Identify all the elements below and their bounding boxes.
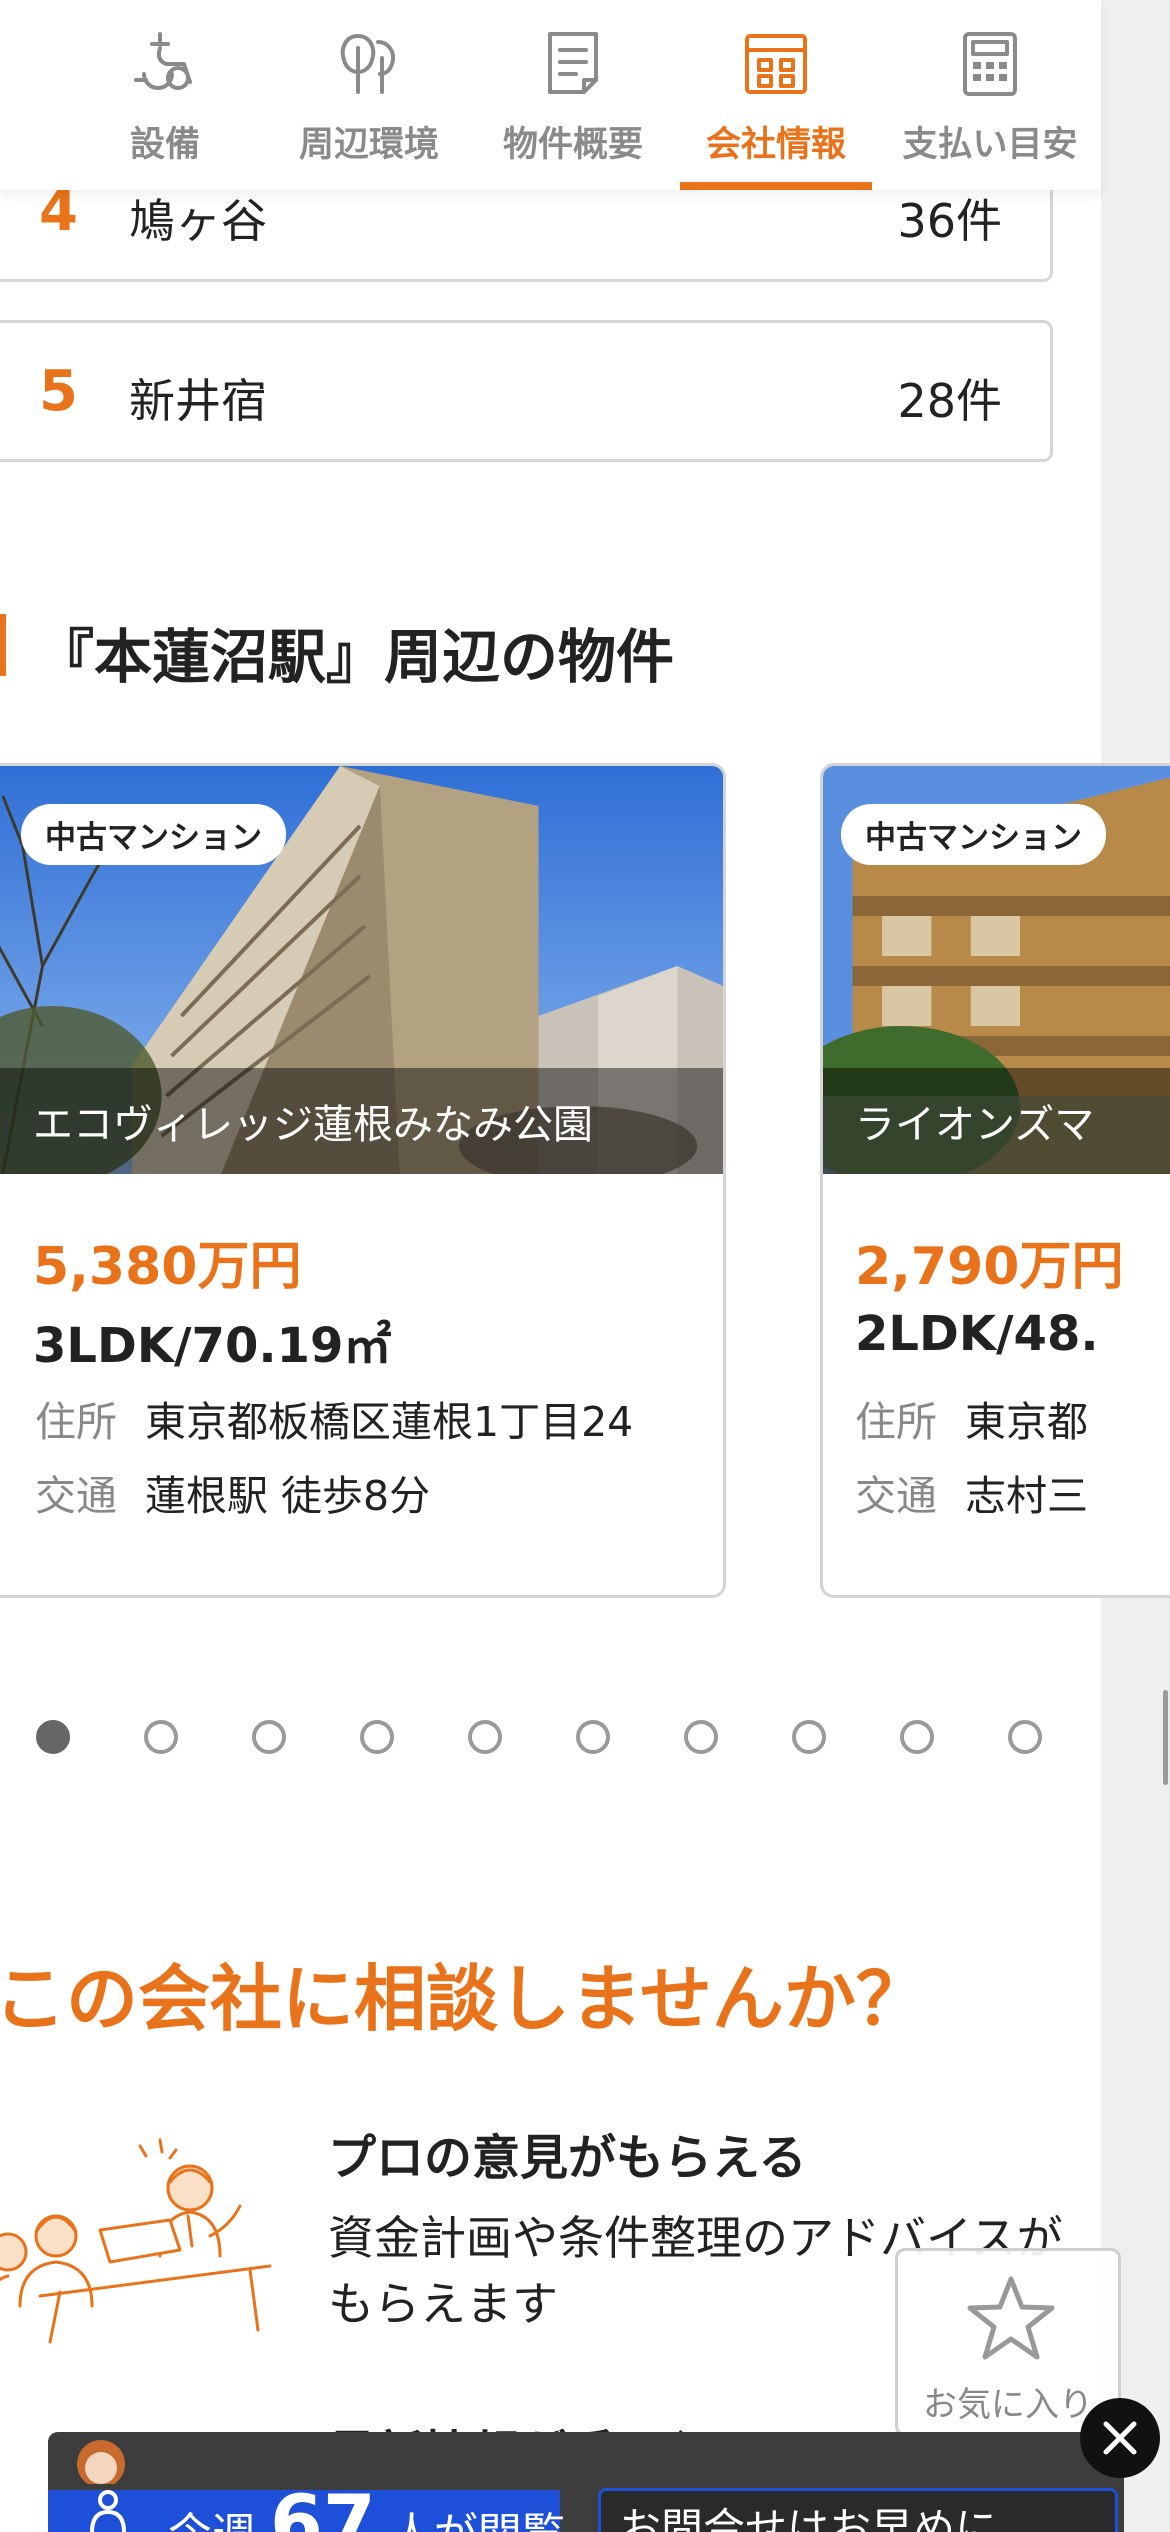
carousel-dot[interactable] bbox=[36, 1720, 70, 1754]
person-icon bbox=[90, 2490, 126, 2532]
property-address: 東京都板橋区蓮根1丁目24 bbox=[145, 1398, 634, 1446]
tab-label: 周辺環境 bbox=[298, 125, 440, 165]
document-icon bbox=[548, 32, 598, 94]
ranking-number: 5 bbox=[39, 359, 78, 424]
property-name: エコヴィレッジ蓮根みなみ公園 bbox=[33, 1102, 593, 1148]
address-label: 住所 bbox=[35, 1398, 117, 1446]
viewers-suffix: 人が閲覧 bbox=[390, 2509, 566, 2532]
viewers-count: 67 bbox=[270, 2478, 376, 2532]
property-name: ライオンズマ bbox=[855, 1102, 1095, 1148]
tab-label: 設備 bbox=[129, 125, 201, 165]
avatar bbox=[77, 2440, 125, 2484]
tab-surroundings[interactable]: 周辺環境 bbox=[296, 0, 442, 190]
consultation-illustration bbox=[0, 2138, 272, 2344]
tab-exterior[interactable]: 観 bbox=[0, 0, 40, 190]
section-accent-bar bbox=[0, 614, 6, 676]
carousel-dot[interactable] bbox=[144, 1720, 178, 1754]
carousel-dot[interactable] bbox=[252, 1720, 286, 1754]
carousel-dot[interactable] bbox=[1008, 1720, 1042, 1754]
tab-equipment[interactable]: 設備 bbox=[100, 0, 230, 190]
property-layout: 2LDK/48. bbox=[855, 1306, 1099, 1362]
bottom-cta-bar: 今週 67 人が閲覧 お問合せはお早めに bbox=[48, 2432, 1124, 2532]
close-button[interactable] bbox=[1080, 2398, 1160, 2478]
carousel-dot[interactable] bbox=[360, 1720, 394, 1754]
property-type-badge: 中古マンション bbox=[841, 804, 1106, 865]
property-price: 2,790万円 bbox=[855, 1237, 1124, 1297]
section-tab-nav: 観 設備 周辺環境 bbox=[0, 0, 1101, 190]
inquiry-button[interactable]: お問合せはお早めに bbox=[598, 2488, 1118, 2532]
tab-label: 支払い目安 bbox=[902, 125, 1078, 165]
carousel-dot[interactable] bbox=[684, 1720, 718, 1754]
ranking-count: 28件 bbox=[897, 374, 1002, 428]
ranking-row[interactable]: 5 新井宿 28件 bbox=[0, 320, 1053, 462]
inquiry-button-label: お問合せはお早めに bbox=[619, 2504, 998, 2532]
property-type-badge: 中古マンション bbox=[21, 804, 286, 865]
tab-label: 物件概要 bbox=[502, 125, 644, 165]
active-tab-indicator bbox=[680, 182, 872, 190]
ranking-station: 新井宿 bbox=[129, 374, 267, 428]
equipment-icon bbox=[134, 32, 192, 90]
consult-section-title: この会社に相談しませんか？ bbox=[0, 1957, 928, 2041]
transit-label: 交通 bbox=[855, 1472, 937, 1520]
scrollbar-thumb[interactable] bbox=[1163, 1690, 1168, 1785]
calculator-icon bbox=[963, 32, 1017, 96]
carousel-dot[interactable] bbox=[576, 1720, 610, 1754]
carousel-dot[interactable] bbox=[792, 1720, 826, 1754]
tab-property-summary[interactable]: 物件概要 bbox=[500, 0, 646, 190]
building-icon bbox=[745, 34, 807, 94]
star-icon bbox=[967, 2276, 1055, 2360]
close-icon bbox=[1103, 2421, 1137, 2455]
tree-icon bbox=[340, 34, 395, 94]
tab-label: 会社情報 bbox=[705, 125, 847, 165]
transit-label: 交通 bbox=[35, 1472, 117, 1520]
tab-company-info[interactable]: 会社情報 bbox=[680, 0, 872, 190]
nearby-section-title: 『本蓮沼駅』周辺の物件 bbox=[36, 623, 675, 691]
address-label: 住所 bbox=[855, 1398, 937, 1446]
property-card[interactable]: 中古マンション ライオンズマ 2,790万円 2LDK/48. 住所 東京都 交… bbox=[820, 763, 1170, 1598]
property-transit: 志村三 bbox=[965, 1472, 1088, 1520]
property-price: 5,380万円 bbox=[33, 1237, 302, 1297]
property-layout: 3LDK/70.19㎡ bbox=[33, 1318, 392, 1374]
property-card[interactable]: 中古マンション エコヴィレッジ蓮根みなみ公園 5,380万円 3LDK/70.1… bbox=[0, 763, 726, 1598]
ranking-station: 鳩ヶ谷 bbox=[129, 194, 267, 248]
viewers-prefix: 今週 bbox=[168, 2509, 256, 2532]
tab-payment-estimate[interactable]: 支払い目安 bbox=[890, 0, 1090, 190]
favorite-button[interactable]: お気に入り bbox=[895, 2248, 1121, 2436]
ranking-count: 36件 bbox=[897, 194, 1002, 248]
carousel-dot[interactable] bbox=[900, 1720, 934, 1754]
viewer-count-text: 今週 67 人が閲覧 bbox=[168, 2478, 566, 2532]
property-transit: 蓮根駅 徒歩8分 bbox=[145, 1472, 431, 1520]
carousel-dot[interactable] bbox=[468, 1720, 502, 1754]
property-address: 東京都 bbox=[965, 1398, 1088, 1446]
feature-title: プロの意見がもらえる bbox=[328, 2130, 807, 2186]
